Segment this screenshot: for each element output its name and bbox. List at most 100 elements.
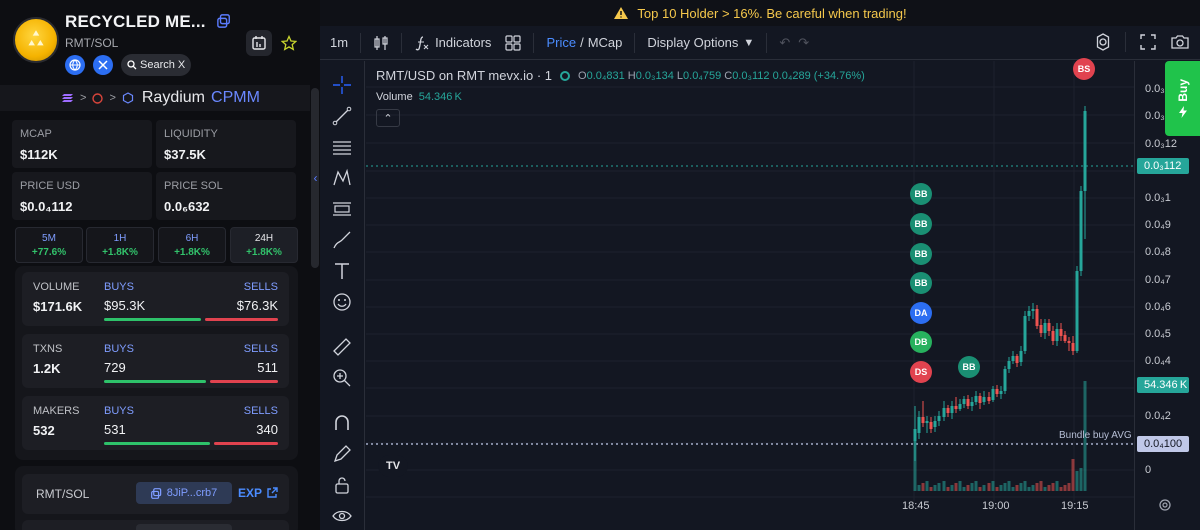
buys-label: BUYS	[104, 343, 134, 355]
volume-bar	[1011, 487, 1015, 491]
calendar-icon	[252, 36, 266, 50]
candle-body	[942, 408, 946, 417]
volume-bar	[917, 485, 921, 491]
candle-body	[999, 391, 1003, 394]
dex-pool-type: CPMM	[211, 89, 260, 106]
timeframe-change: +1.8K%	[102, 247, 138, 258]
pair-address-copy[interactable]: 8JiP...crb7	[136, 482, 232, 504]
volume-bar	[958, 481, 962, 491]
magnet-tool[interactable]	[330, 411, 354, 435]
candle-type-button[interactable]	[369, 34, 393, 52]
timeframe-tab-6h[interactable]: 6H +1.8K%	[158, 227, 226, 263]
price-chart[interactable]	[366, 61, 1134, 530]
makers-row: MAKERS 532 BUYS 531 SELLS 340	[22, 396, 289, 450]
volume-tag: 54.346 K	[1137, 377, 1189, 393]
buys-value: $95.3K	[104, 298, 146, 313]
trade-marker[interactable]: DB	[910, 331, 932, 353]
token-name: RECYCLED ME...	[65, 12, 206, 31]
search-x-button[interactable]: Search X	[121, 54, 192, 76]
high-label: H	[627, 69, 636, 82]
buy-tab-button[interactable]: Buy	[1165, 61, 1200, 136]
layouts-button[interactable]	[501, 34, 525, 51]
website-button[interactable]	[65, 55, 85, 75]
tradingview-logo[interactable]: TV	[378, 455, 408, 477]
status-dot	[560, 70, 571, 81]
buys-label: BUYS	[104, 281, 134, 293]
crosshair-tool[interactable]	[330, 73, 354, 97]
lock-tool[interactable]	[330, 473, 354, 497]
stat-mcap: MCAP $112K	[12, 120, 152, 168]
token-address-copy[interactable]	[136, 524, 232, 530]
copy-icon[interactable]	[217, 14, 231, 28]
trade-marker[interactable]: DS	[910, 361, 932, 383]
row-value: 1.2K	[33, 361, 61, 376]
price-tick: 0.0₄5	[1145, 328, 1171, 340]
display-options-dropdown[interactable]: Display Options ▼	[643, 35, 758, 50]
explorer-link[interactable]: EXP	[238, 486, 278, 500]
redo-button[interactable]: ↷	[794, 35, 813, 51]
legend-collapse-button[interactable]: ⌃	[376, 109, 400, 127]
ruler-tool[interactable]	[330, 335, 354, 359]
trade-marker[interactable]: BB	[910, 213, 932, 235]
timeframe-tab-5m[interactable]: 5M +77.6%	[15, 227, 83, 263]
stat-value: $0.0₄112	[20, 199, 73, 214]
indicators-button[interactable]: Indicators	[410, 34, 495, 52]
trendline-tool[interactable]	[330, 104, 354, 128]
drawing-mode-tool[interactable]	[330, 442, 354, 466]
candle-body	[958, 404, 962, 409]
brush-tool[interactable]	[330, 228, 354, 252]
settings-icon[interactable]	[1093, 32, 1113, 52]
stat-price-usd: PRICE USD $0.0₄112	[12, 172, 152, 220]
zoom-tool[interactable]	[330, 366, 354, 390]
favorite-button[interactable]	[276, 30, 302, 56]
volume-bar	[950, 485, 954, 491]
trade-marker[interactable]: DA	[910, 302, 932, 324]
buys-value: 729	[104, 360, 126, 375]
close-label: C	[724, 69, 733, 82]
visibility-tool[interactable]	[330, 504, 354, 528]
fullscreen-icon[interactable]	[1138, 32, 1158, 52]
text-icon	[335, 263, 349, 279]
volume-bar	[1031, 485, 1035, 491]
volume-bar	[962, 487, 966, 491]
timeframe-change: +77.6%	[31, 247, 67, 258]
interval-button[interactable]: 1m	[326, 35, 352, 50]
low-value: 0.0₄759	[683, 69, 722, 82]
buys-label: BUYS	[104, 405, 134, 417]
open-value: 0.0₄831	[586, 69, 625, 82]
horizontal-lines-tool[interactable]	[330, 135, 354, 159]
calendar-button[interactable]	[246, 30, 272, 56]
dex-name[interactable]: Raydium	[142, 89, 205, 107]
mcap-toggle[interactable]: MCap	[584, 35, 627, 50]
lock-icon	[335, 477, 349, 494]
volume-bar	[991, 481, 995, 491]
trade-marker[interactable]: BB	[958, 356, 980, 378]
candle-body	[970, 402, 974, 406]
candle-body	[946, 408, 950, 413]
symbol-label[interactable]: RMT/USD on RMT mevx.io · 1	[376, 68, 552, 83]
trade-marker[interactable]: BS	[1073, 58, 1095, 80]
candle-body	[966, 399, 970, 406]
measure-range-tool[interactable]	[330, 197, 354, 221]
pattern-tool[interactable]	[330, 166, 354, 190]
volume-bar	[1079, 468, 1083, 491]
trade-marker[interactable]: BB	[910, 272, 932, 294]
timeframe-tab-1h[interactable]: 1H +1.8K%	[86, 227, 154, 263]
undo-button[interactable]: ↶	[775, 35, 794, 51]
price-toggle[interactable]: Price	[542, 35, 580, 50]
volume-bar	[1075, 471, 1079, 491]
trade-marker[interactable]: BB	[910, 243, 932, 265]
text-tool[interactable]	[330, 259, 354, 283]
caret-down-icon: ▼	[743, 36, 755, 49]
candle-body	[1019, 351, 1023, 362]
camera-icon[interactable]	[1170, 32, 1190, 52]
x-social-button[interactable]	[93, 55, 113, 75]
volume-bar	[982, 485, 986, 491]
sells-label: SELLS	[243, 343, 278, 355]
timeframe-tab-24h[interactable]: 24H +1.8K%	[230, 227, 298, 263]
function-icon	[415, 35, 429, 50]
trade-marker[interactable]: BB	[910, 183, 932, 205]
candle-body	[925, 421, 929, 423]
volume-bar	[987, 483, 991, 491]
emoji-tool[interactable]	[330, 290, 354, 314]
